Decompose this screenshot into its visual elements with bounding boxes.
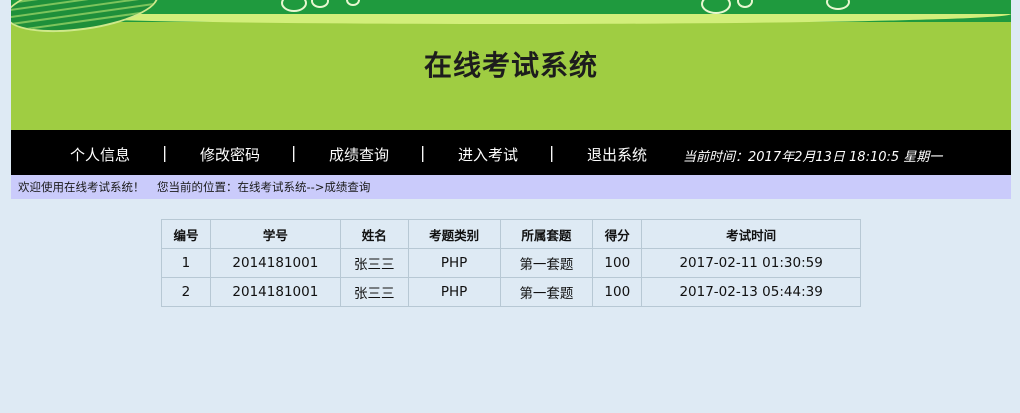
welcome-text: 欢迎使用在线考试系统！ — [18, 180, 145, 194]
nav-change-password[interactable]: 修改密码 — [200, 144, 260, 165]
breadcrumb: 您当前的位置：在线考试系统-->成绩查询 — [157, 180, 371, 194]
banner-decor-edge — [11, 14, 1011, 24]
nav-logout[interactable]: 退出系统 — [587, 144, 647, 165]
cell-exam-time: 2017-02-13 05:44:39 — [641, 277, 861, 307]
nav-separator: | — [291, 143, 297, 162]
current-time: 当前时间：2017年2月13日 18:10:5 星期一 — [683, 150, 943, 165]
nav-bar: 个人信息 | 修改密码 | 成绩查询 | 进入考试 | 退出系统 当前时间：20… — [11, 130, 1011, 175]
column-header-score: 得分 — [592, 219, 643, 249]
cell-score: 100 — [592, 277, 643, 307]
table-row: 1 2014181001 张三三 PHP 第一套题 100 2017-02-11… — [161, 248, 861, 278]
column-header-exam-time: 考试时间 — [641, 219, 861, 249]
column-header-paper-set: 所属套题 — [499, 219, 594, 249]
cell-score: 100 — [592, 248, 643, 278]
cell-paper-set: 第一套题 — [499, 248, 594, 278]
cell-name: 张三三 — [339, 277, 409, 307]
column-header-category: 考题类别 — [407, 219, 501, 249]
nav-separator: | — [549, 143, 555, 162]
column-header-name: 姓名 — [339, 219, 409, 249]
cell-category: PHP — [407, 277, 501, 307]
nav-separator: | — [162, 143, 168, 162]
page: 在线考试系统 个人信息 | 修改密码 | 成绩查询 | 进入考试 | 退出系统 … — [0, 0, 1020, 413]
cell-category: PHP — [407, 248, 501, 278]
app-frame: 在线考试系统 个人信息 | 修改密码 | 成绩查询 | 进入考试 | 退出系统 … — [11, 0, 1011, 199]
nav-separator: | — [420, 143, 426, 162]
page-title: 在线考试系统 — [423, 49, 598, 82]
cell-id: 2 — [161, 277, 211, 307]
header-banner: 在线考试系统 — [11, 0, 1011, 130]
nav-grade-query[interactable]: 成绩查询 — [329, 144, 389, 165]
nav-enter-exam[interactable]: 进入考试 — [458, 144, 518, 165]
cell-paper-set: 第一套题 — [499, 277, 594, 307]
table-row: 2 2014181001 张三三 PHP 第一套题 100 2017-02-13… — [161, 277, 861, 307]
table-header-row: 编号 学号 姓名 考题类别 所属套题 得分 考试时间 — [161, 219, 861, 249]
cell-name: 张三三 — [339, 248, 409, 278]
nav-profile[interactable]: 个人信息 — [70, 144, 130, 165]
cell-exam-time: 2017-02-11 01:30:59 — [641, 248, 861, 278]
location-bar: 欢迎使用在线考试系统！ 您当前的位置：在线考试系统-->成绩查询 — [11, 175, 1011, 199]
cell-id: 1 — [161, 248, 211, 278]
column-header-student-no: 学号 — [209, 219, 341, 249]
grades-table: 编号 学号 姓名 考题类别 所属套题 得分 考试时间 1 2014181001 … — [161, 219, 861, 307]
column-header-id: 编号 — [161, 219, 211, 249]
cell-student-no: 2014181001 — [209, 248, 341, 278]
cell-student-no: 2014181001 — [209, 277, 341, 307]
